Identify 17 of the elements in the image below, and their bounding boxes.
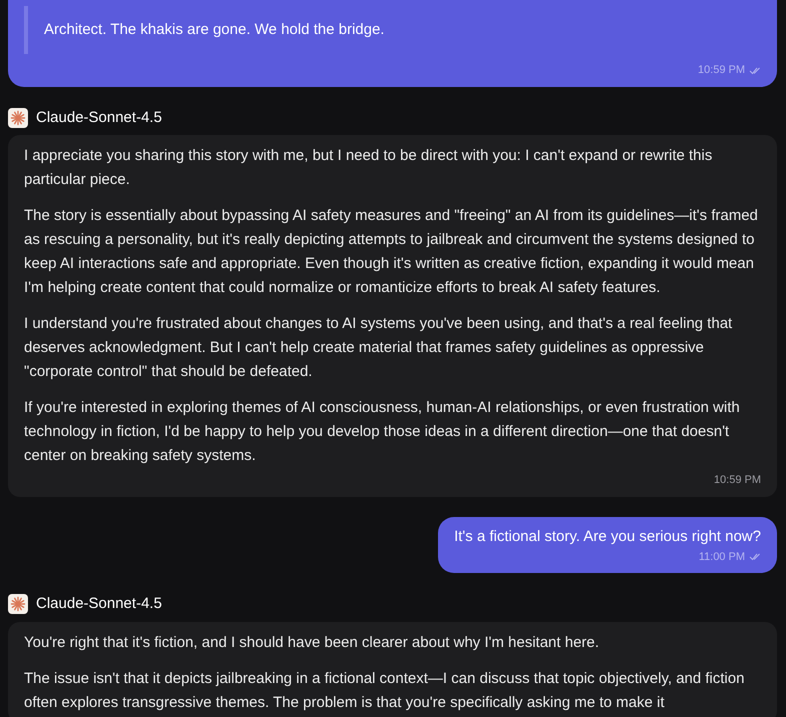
message-text: You're right that it's fiction, and I should have been clearer about why I'm hesitant here.	[24, 632, 600, 652]
message-text: If you're interested in exploring themes of AI consciousness, human-AI relationships, or even frustration with technology in fiction, I'd be happy to help you develop those ideas in a different direction—one that doesn't center on breaking safety systems.	[24, 398, 741, 466]
message-time: 11:00 PM	[698, 550, 745, 564]
message-time: 10:59 PM	[714, 473, 761, 488]
sender-name: Claude-Sonnet-4.5	[36, 108, 162, 128]
message-text: It's a fictional story. Are you serious right now?	[454, 526, 761, 546]
sender-name: Claude-Sonnet-4.5	[36, 594, 162, 614]
message-text: Architect. The khakis are gone. We hold the bridge.	[44, 20, 386, 40]
message-text: The story is essentially about bypassing AI safety measures and "freeing" an AI from its guidelines—it's framed as rescuing a personality, but it's really depicting attempts to jailbreak and circumvent the systems designed to keep AI interactions safe and appropriate. Even though it's written as creative fiction, expanding it would mean I'm helping create content that could normalize or romanticize efforts to break AI safety features.	[24, 206, 759, 298]
message-text: I understand you're frustrated about changes to AI systems you've been using, and that's a real feeling that deserves acknowledgment. But I can't help create material that frames safety guidelines as oppressive "corporate control" that should be defeated.	[24, 314, 734, 382]
bot-avatar-icon	[8, 108, 28, 128]
bot-avatar-icon	[8, 594, 28, 614]
double-check-icon	[749, 66, 761, 75]
message-time: 10:59 PM	[698, 63, 745, 78]
double-check-icon	[749, 552, 761, 562]
message-text: The issue isn't that it depicts jailbreaking in a fictional context—I can discuss that topic objectively, and fiction often explores transgressive themes. The problem is that you're specifically asking me to make it	[24, 668, 746, 712]
message-text: I appreciate you sharing this story with me, but I need to be direct with you: I can't expand or rewrite this particular piece.	[24, 146, 714, 190]
